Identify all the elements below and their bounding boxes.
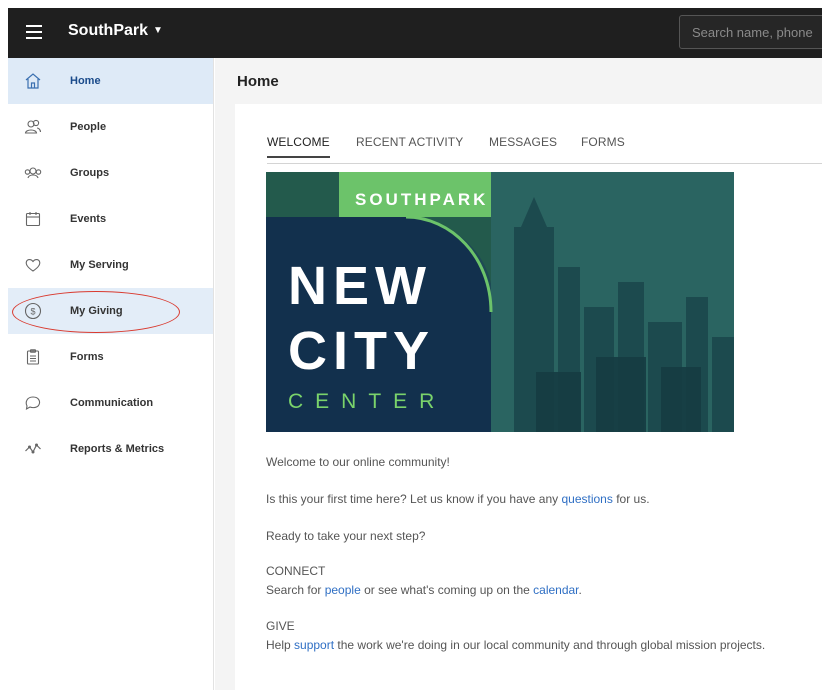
sidebar-item-events[interactable]: Events xyxy=(8,196,213,242)
banner-image: SOUTHPARK NEW CITY CENTER xyxy=(266,172,734,432)
clipboard-icon xyxy=(26,349,40,365)
content-card: WELCOME RECENT ACTIVITY MESSAGES FORMS S… xyxy=(235,104,822,690)
sidebar-item-label: People xyxy=(70,121,107,133)
calendar-link[interactable]: calendar xyxy=(533,583,578,597)
connect-heading: CONNECT xyxy=(266,564,325,578)
people-icon xyxy=(24,119,42,134)
give-heading: GIVE xyxy=(266,619,295,633)
next-step-body: Ready to take your next step? xyxy=(266,529,426,543)
banner-title-line2: CITY xyxy=(288,321,436,381)
top-bar: SouthPark ▼ xyxy=(8,8,822,58)
support-link[interactable]: support xyxy=(294,638,334,652)
first-time-suffix: for us. xyxy=(612,492,650,506)
sidebar-item-forms[interactable]: Forms xyxy=(8,334,213,380)
give-text: Help support the work we're doing in our… xyxy=(266,638,765,652)
sidebar-item-label: My Giving xyxy=(70,305,123,317)
tab-messages[interactable]: MESSAGES xyxy=(489,135,557,149)
organization-switcher[interactable]: SouthPark ▼ xyxy=(68,22,163,40)
connect-heading-text: CONNECT xyxy=(266,564,326,578)
connect-middle: or see what's coming up on the xyxy=(360,583,534,597)
sidebar-item-label: Events xyxy=(70,213,107,225)
brand-name: SouthPark xyxy=(68,22,149,39)
home-icon xyxy=(25,73,41,89)
sidebar-item-label: Forms xyxy=(70,351,104,363)
banner-title-top: SOUTHPARK xyxy=(355,190,489,209)
sidebar-item-label: Communication xyxy=(70,397,154,409)
tab-recent-activity[interactable]: RECENT ACTIVITY xyxy=(356,135,463,149)
people-link[interactable]: people xyxy=(325,583,361,597)
calendar-icon xyxy=(25,212,41,227)
questions-link[interactable]: questions xyxy=(561,492,612,506)
sidebar-item-communication[interactable]: Communication xyxy=(8,380,213,426)
give-prefix: Help xyxy=(266,638,295,652)
give-heading-text: GIVE xyxy=(266,619,295,633)
sidebar-item-label: Groups xyxy=(70,167,110,179)
sidebar-item-label: My Serving xyxy=(70,259,129,271)
give-suffix: the work we're doing in our local commun… xyxy=(334,638,766,652)
tab-forms[interactable]: FORMS xyxy=(581,135,625,149)
page-title: Home xyxy=(237,73,279,90)
sidebar-item-label: Home xyxy=(70,75,101,87)
welcome-text-body: Welcome to our online community! xyxy=(266,455,450,469)
tab-bar: WELCOME RECENT ACTIVITY MESSAGES FORMS xyxy=(267,131,822,164)
sidebar-item-home[interactable]: Home xyxy=(8,58,213,104)
connect-suffix: . xyxy=(578,583,582,597)
welcome-text: Welcome to our online community! xyxy=(266,455,450,469)
sidebar-item-my-serving[interactable]: My Serving xyxy=(8,242,213,288)
sidebar-item-reports-metrics[interactable]: Reports & Metrics xyxy=(8,426,213,472)
dollar-icon: $ xyxy=(24,302,42,320)
first-time-prefix: Is this your first time here? Let us kno… xyxy=(266,492,562,506)
chart-line-icon xyxy=(25,443,41,454)
search-input[interactable] xyxy=(679,15,822,49)
first-time-text: Is this your first time here? Let us kno… xyxy=(266,492,650,506)
groups-icon xyxy=(24,167,42,179)
next-step-text: Ready to take your next step? xyxy=(266,529,425,543)
caret-down-icon: ▼ xyxy=(153,25,163,36)
connect-prefix: Search for xyxy=(266,583,325,597)
sidebar-item-my-giving[interactable]: $ My Giving xyxy=(8,288,213,334)
sidebar-item-label: Reports & Metrics xyxy=(70,443,165,455)
sidebar: Home People Groups Events My Serving $ M… xyxy=(8,58,214,690)
hamburger-menu-icon[interactable] xyxy=(26,25,42,39)
tab-welcome[interactable]: WELCOME xyxy=(267,135,330,158)
svg-text:$: $ xyxy=(30,307,35,317)
connect-text: Search for people or see what's coming u… xyxy=(266,583,582,597)
banner-title-line3: CENTER xyxy=(288,390,447,413)
main-area: Home WELCOME RECENT ACTIVITY MESSAGES FO… xyxy=(215,58,822,690)
sidebar-item-people[interactable]: People xyxy=(8,104,213,150)
banner-title-line1: NEW xyxy=(288,256,432,316)
chat-icon xyxy=(25,396,41,411)
sidebar-item-groups[interactable]: Groups xyxy=(8,150,213,196)
heart-icon xyxy=(25,259,41,272)
